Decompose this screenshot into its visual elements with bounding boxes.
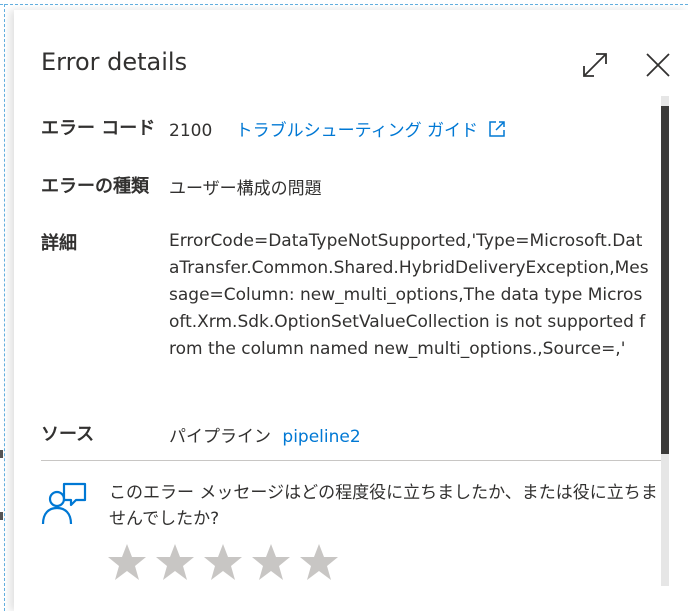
screen: Error details エラー コード 2100 トラブルシューティング ガ…	[0, 0, 688, 611]
details-label: 詳細	[41, 233, 77, 254]
expand-icon	[583, 53, 607, 77]
star-icon[interactable]	[155, 542, 195, 582]
star-icon[interactable]	[299, 542, 339, 582]
details-value: ErrorCode=DataTypeNotSupported,'Type=Mic…	[169, 231, 649, 359]
error-type-label: エラーの種類	[41, 176, 149, 197]
star-rating	[107, 542, 339, 586]
panel-title: Error details	[41, 48, 188, 76]
troubleshooting-guide-link[interactable]: トラブルシューティング ガイド	[236, 121, 508, 141]
external-link-icon	[489, 121, 506, 137]
selection-border-top	[0, 4, 688, 5]
edge-mark	[0, 512, 3, 520]
edge-mark	[0, 450, 3, 458]
divider	[41, 460, 661, 461]
error-code-value: 2100	[169, 121, 213, 141]
star-icon[interactable]	[251, 542, 291, 582]
selection-border-left	[4, 4, 5, 611]
error-code-label: エラー コード	[41, 118, 156, 139]
troubleshooting-guide-text: トラブルシューティング ガイド	[235, 121, 479, 141]
star-icon[interactable]	[107, 542, 147, 582]
pipeline-link[interactable]: pipeline2	[282, 427, 360, 447]
star-icon[interactable]	[203, 542, 243, 582]
error-type-value: ユーザー構成の問題	[169, 179, 322, 199]
source-row: パイプライン pipeline2	[169, 422, 361, 447]
close-button[interactable]	[643, 50, 673, 80]
expand-button[interactable]	[580, 50, 610, 80]
feedback-person-icon	[40, 480, 88, 528]
source-prefix: パイプライン	[169, 427, 271, 447]
scrollbar-thumb[interactable]	[661, 106, 669, 454]
feedback-question: このエラー メッセージはどの程度役に立ちましたか、または役に立ちませんでしたか?	[109, 483, 658, 529]
close-icon	[646, 53, 670, 77]
error-details-panel: Error details エラー コード 2100 トラブルシューティング ガ…	[14, 10, 688, 611]
source-label: ソース	[41, 424, 95, 445]
error-code-row: 2100 トラブルシューティング ガイド	[169, 116, 507, 141]
